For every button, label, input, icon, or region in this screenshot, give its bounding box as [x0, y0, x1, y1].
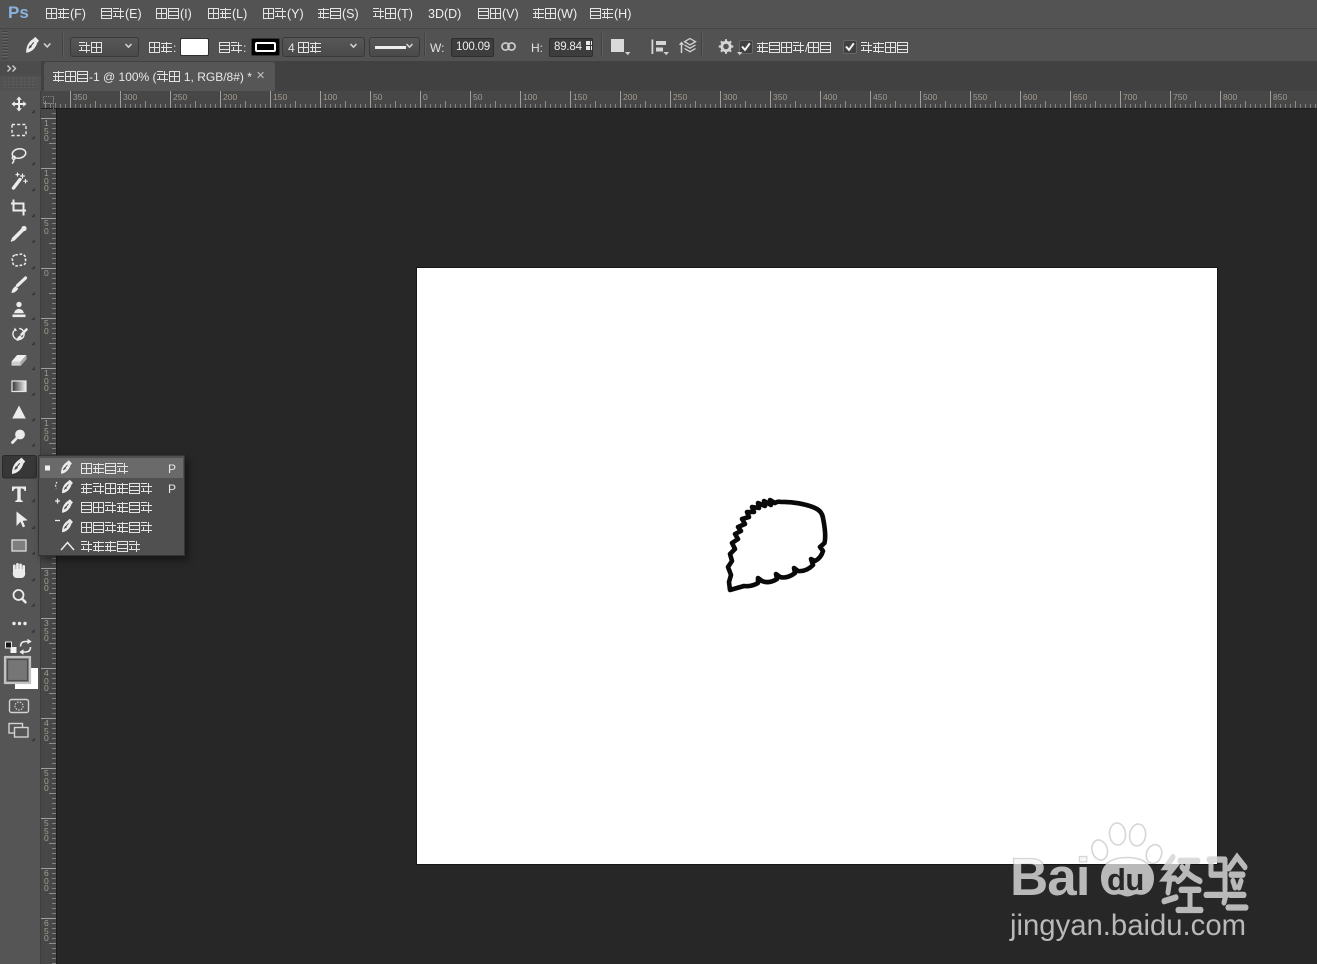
svg-text:jingyan.baidu.com: jingyan.baidu.com: [1009, 909, 1246, 942]
svg-text:du: du: [1107, 862, 1144, 897]
